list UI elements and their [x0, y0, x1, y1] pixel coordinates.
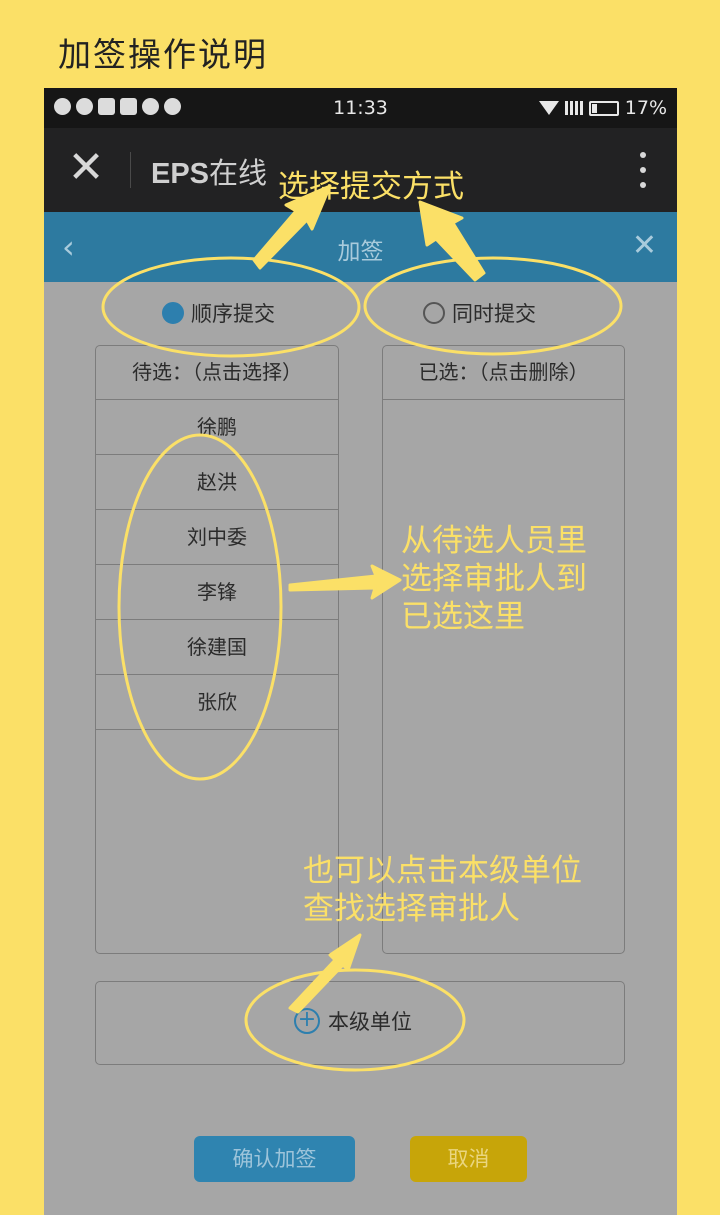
annotation-pick: 从待选人员里 选择审批人到 已选这里	[401, 523, 587, 635]
highlight-ellipse	[244, 968, 466, 1072]
arrow-icon	[288, 564, 402, 600]
highlight-ellipse	[117, 433, 283, 781]
annotation-unit: 也可以点击本级单位 查找选择审批人	[303, 853, 582, 927]
highlight-ellipse	[363, 256, 623, 356]
annotation-submit-mode: 选择提交方式	[278, 169, 464, 205]
arrow-icon	[288, 933, 362, 1014]
arrow-icon	[418, 200, 486, 282]
highlight-ellipse	[101, 256, 361, 358]
